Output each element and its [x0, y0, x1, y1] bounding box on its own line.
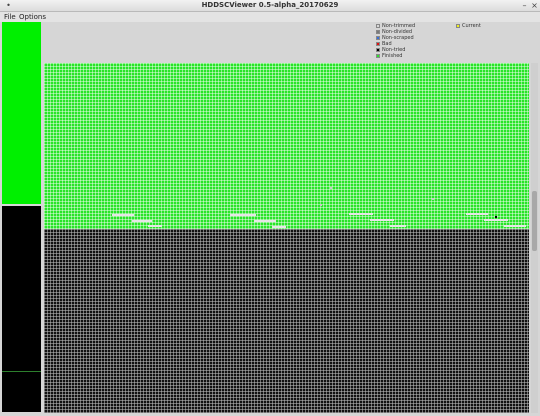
menu-file[interactable]: File: [4, 12, 16, 22]
legend-swatch-icon: [376, 54, 380, 58]
non-trimmed-stripe: [504, 225, 526, 227]
non-trimmed-stripe: [272, 226, 286, 228]
overview-position-marker: [2, 371, 41, 372]
legend-swatch-icon: [456, 24, 460, 28]
non-trimmed-stripe: [390, 225, 406, 227]
legend: Non-trimmed Non-divided Non-scraped Bad …: [376, 23, 536, 63]
overview-non-tried-region: [2, 206, 41, 412]
legend-swatch-icon: [376, 48, 380, 52]
non-trimmed-stripe: [370, 219, 394, 221]
legend-label: Finished: [382, 53, 403, 59]
non-trimmed-stripe: [230, 214, 256, 216]
non-trimmed-stripe: [148, 225, 162, 227]
non-trimmed-block: [432, 198, 434, 200]
non-trimmed-block: [320, 204, 322, 206]
minimize-icon[interactable]: –: [520, 1, 529, 10]
vertical-scrollbar[interactable]: [531, 63, 538, 413]
legend-swatch-icon: [376, 36, 380, 40]
sector-map[interactable]: [44, 63, 529, 413]
overview-finished-region: [2, 22, 41, 204]
close-icon[interactable]: ×: [530, 1, 539, 10]
legend-label: Current: [462, 23, 481, 29]
legend-swatch-icon: [376, 30, 380, 34]
current-position-block: [495, 216, 497, 218]
menu-options[interactable]: Options: [19, 12, 46, 22]
non-trimmed-stripe: [254, 220, 276, 222]
non-tried-blocks: [44, 229, 529, 413]
non-trimmed-stripe: [132, 220, 152, 222]
legend-swatch-icon: [376, 24, 380, 28]
non-trimmed-block: [330, 187, 332, 189]
window-title: HDDSCViewer 0.5-alpha_20170629: [201, 1, 339, 9]
overview-bar[interactable]: [2, 22, 41, 412]
legend-swatch-icon: [376, 42, 380, 46]
non-trimmed-stripe: [466, 213, 488, 215]
menu-bar: File Options: [0, 12, 540, 22]
non-trimmed-stripe: [349, 213, 373, 215]
finished-blocks: [44, 63, 529, 229]
non-trimmed-stripe: [112, 214, 134, 216]
scrollbar-thumb[interactable]: [532, 191, 537, 251]
title-bar: • HDDSCViewer 0.5-alpha_20170629 – ×: [0, 0, 540, 12]
non-trimmed-stripe: [484, 219, 508, 221]
